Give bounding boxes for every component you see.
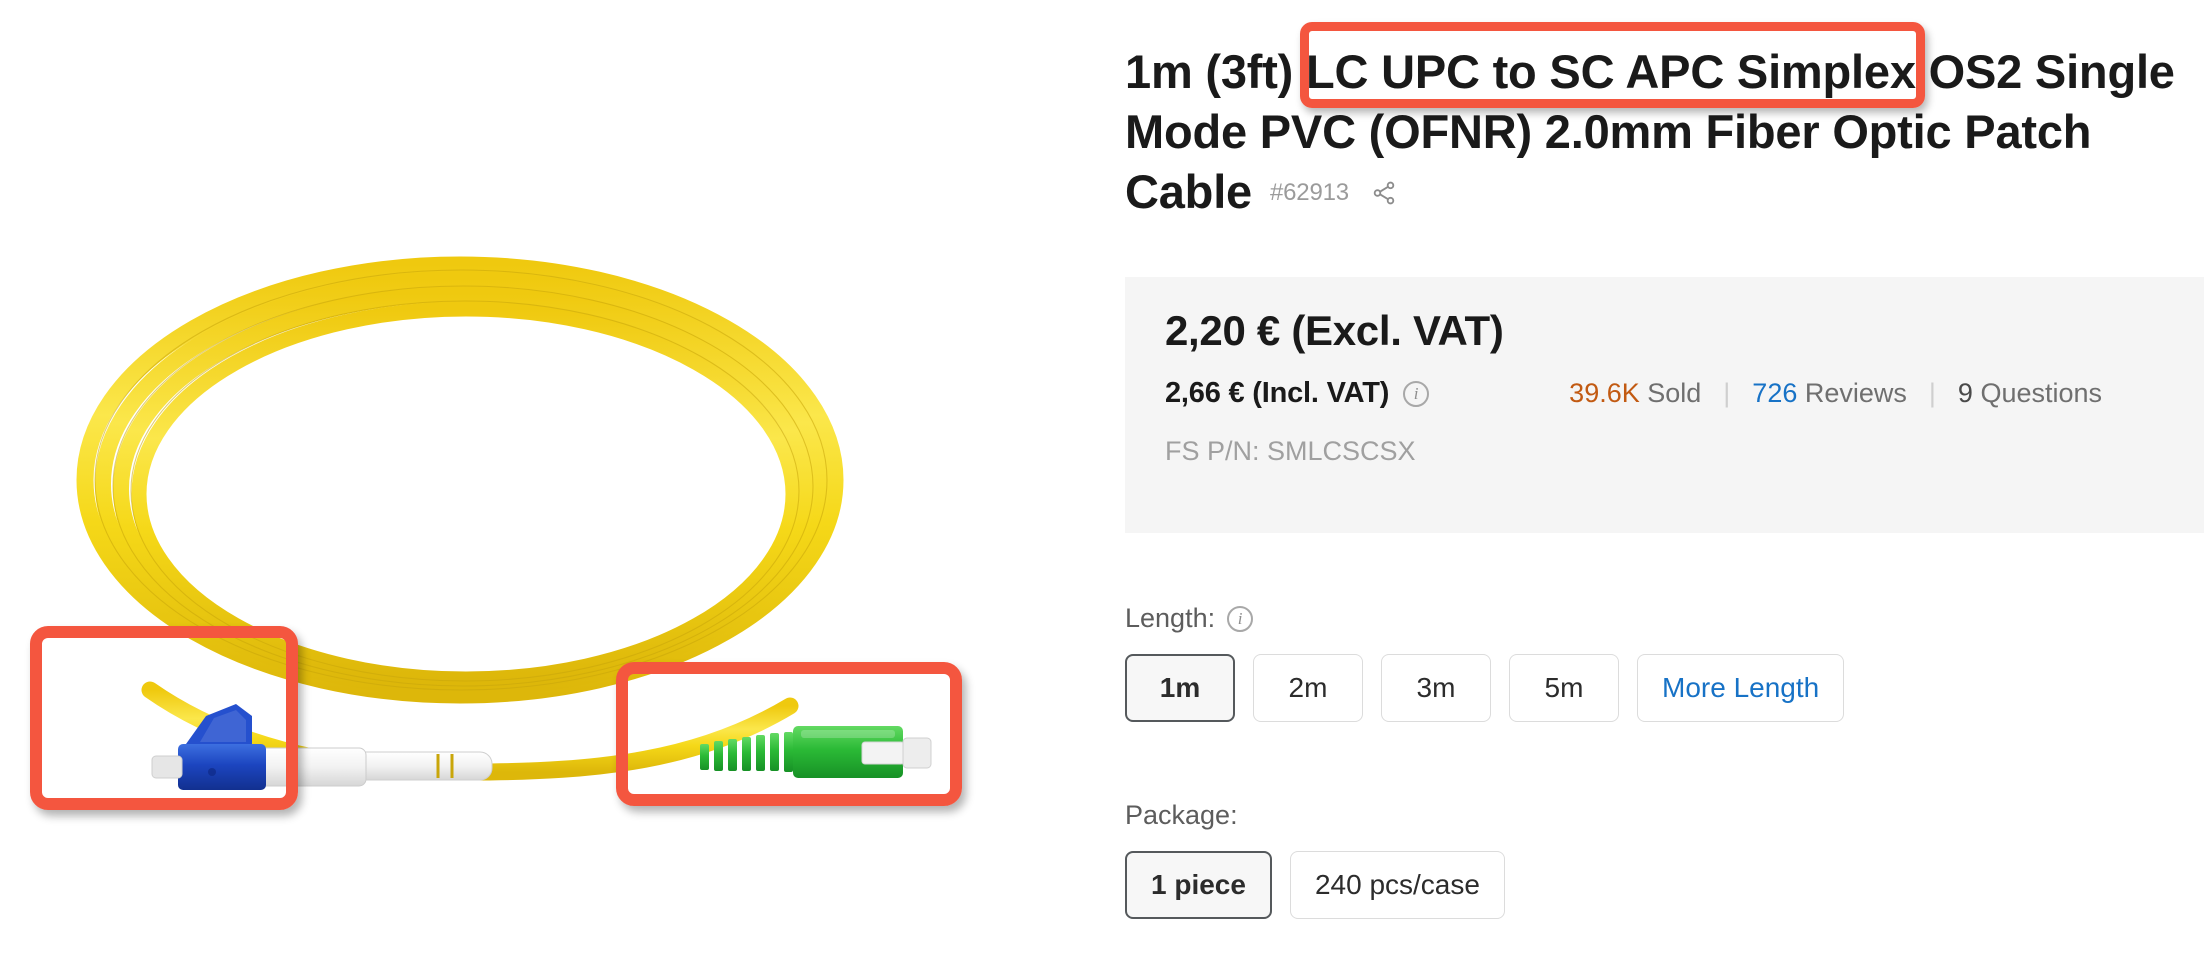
length-option-more-length[interactable]: More Length [1637,654,1845,722]
package-option-group: Package: 1 piece 240 pcs/case [1125,800,2204,919]
stat-questions[interactable]: 9 Questions [1958,378,2102,409]
sold-label: Sold [1639,378,1702,408]
page-title: 1m (3ft) LC UPC to SC APC Simplex OS2 Si… [1125,42,2185,223]
price-secondary-row: 2,66 € (Incl. VAT) i 39.6K Sold | 726 Re… [1165,377,2164,410]
length-option-5m[interactable]: 5m [1509,654,1619,722]
package-option-1-piece[interactable]: 1 piece [1125,851,1272,919]
product-image-gallery[interactable] [0,0,1104,970]
length-label-row: Length: i [1125,603,2204,634]
title-part-highlighted: LC UPC to SC APC Simplex [1306,45,1916,98]
package-option-240-pcs-case[interactable]: 240 pcs/case [1289,851,1505,919]
package-label: Package: [1125,800,1238,830]
reviews-count: 726 [1752,378,1798,408]
questions-label: Questions [1972,378,2103,408]
length-option-1m[interactable]: 1m [1125,654,1235,722]
vat-info-icon[interactable]: i [1403,380,1430,407]
package-buttons: 1 piece 240 pcs/case [1125,851,2204,919]
stat-separator-1: | [1723,378,1731,408]
length-info-icon[interactable]: i [1227,605,1254,632]
stat-reviews[interactable]: 726 Reviews [1752,378,1907,409]
length-option-2m[interactable]: 2m [1253,654,1363,722]
fs-part-number: FS P/N: SMLCSCSX [1165,436,1416,466]
price-incl-vat: 2,66 € (Incl. VAT) [1165,377,1390,409]
product-details-panel: 1m (3ft) LC UPC to SC APC Simplex OS2 Si… [1125,0,2204,970]
length-buttons: 1m 2m 3m 5m More Length [1125,654,2204,722]
fiber-patch-cable-photo[interactable] [0,0,1104,970]
title-meta: #62913 [1270,163,1397,223]
stat-separator-2: | [1928,378,1936,408]
length-label: Length: [1125,603,1216,633]
questions-count: 9 [1957,378,1973,408]
title-section: 1m (3ft) LC UPC to SC APC Simplex OS2 Si… [1125,0,2204,223]
length-option-3m[interactable]: 3m [1381,654,1491,722]
price-panel: 2,20 € (Excl. VAT) 2,66 € (Incl. VAT) i … [1125,277,2204,533]
package-label-row: Package: [1125,800,2204,831]
share-icon[interactable] [1371,180,1397,206]
title-part-before: 1m (3ft) [1125,45,1306,98]
reviews-label: Reviews [1797,378,1907,408]
product-sku: #62913 [1270,179,1349,206]
sold-count: 39.6K [1569,378,1640,408]
length-option-group: Length: i 1m 2m 3m 5m More Length [1125,603,2204,722]
price-excl-vat: 2,20 € (Excl. VAT) [1165,307,1504,354]
stat-sold[interactable]: 39.6K Sold [1569,378,1701,409]
product-stats: 39.6K Sold | 726 Reviews | 9 Questions [1569,378,2102,409]
product-detail-page: 1m (3ft) LC UPC to SC APC Simplex OS2 Si… [0,0,2204,970]
